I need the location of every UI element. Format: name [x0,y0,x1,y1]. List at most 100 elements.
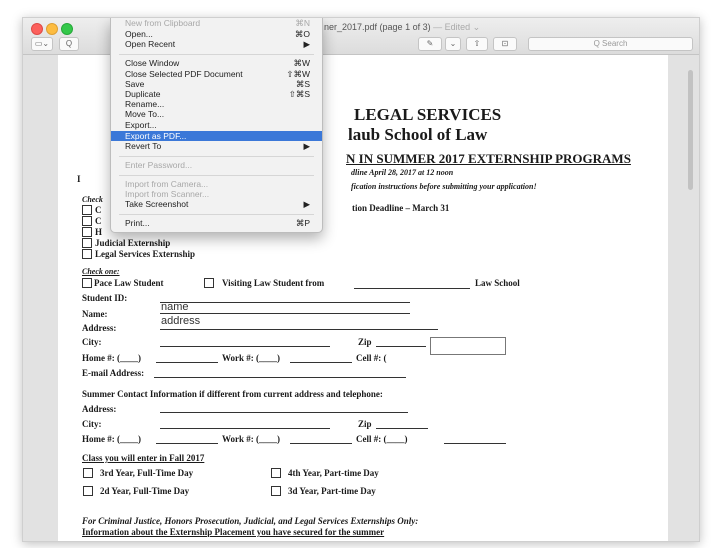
menu-item-import-from-scanner[interactable]: Import from Scanner... [111,189,322,199]
email-line[interactable] [154,377,406,378]
search-input[interactable]: Q Search [528,37,693,51]
zoom-icon[interactable]: Q [59,37,79,51]
pace-student-checkbox[interactable] [82,278,92,288]
menu-item-new-from-clipboard[interactable]: New from Clipboard ⌘N [111,18,322,28]
program-checkbox-3[interactable] [82,227,92,237]
menu-item-close-selected-pdf[interactable]: Close Selected PDF Document ⇧⌘W [111,69,322,79]
menu-item-take-screenshot[interactable]: Take Screenshot ▶ [111,199,322,209]
vertical-scrollbar[interactable] [688,70,693,190]
zip-label: Zip [358,337,372,347]
toolbox-icon[interactable]: ⊡ [493,37,517,51]
judicial-checkbox[interactable] [82,238,92,248]
menu-item-export[interactable]: Export... [111,120,322,130]
window-title: ner_2017.pdf (page 1 of 3) — Edited ⌄ [324,22,480,33]
program-option-2: C [95,216,102,226]
menu-separator [119,54,314,55]
legal-services-checkbox[interactable] [82,249,92,259]
menu-item-export-as-pdf[interactable]: Export as PDF... [111,131,322,141]
email-label: E-mail Address: [82,368,145,378]
class-checkbox-2[interactable] [271,468,281,478]
check-label: Check [82,195,103,204]
menu-label: Move To... [125,109,165,119]
edited-status[interactable]: — Edited ⌄ [433,22,480,32]
summer-address-line[interactable] [160,412,408,413]
judicial-option: Judicial Externship [95,238,171,248]
summer-cell-line[interactable] [444,443,506,444]
menu-item-open[interactable]: Open... ⌘O [111,29,322,39]
class-option-1: 3rd Year, Full-Time Day [100,468,194,478]
menu-label: Enter Password... [125,160,193,170]
menu-shortcut: ⌘N [295,18,310,28]
menu-item-import-from-camera[interactable]: Import from Camera... [111,179,322,189]
visiting-school-line[interactable] [354,288,470,289]
zoom-window-button[interactable] [61,23,73,35]
summer-home-line[interactable] [156,443,218,444]
menu-label: Export... [125,120,157,130]
city-line[interactable] [160,346,330,347]
class-heading: Class you will enter in Fall 2017 [82,453,205,463]
program-option-3: H [95,227,103,237]
cell-phone-label: Cell #: ( [356,353,387,363]
menu-label: Duplicate [125,89,161,99]
menu-item-revert-to[interactable]: Revert To ▶ [111,141,322,151]
menu-label: Close Window [125,58,180,68]
work-phone-label: Work #: (____) [222,353,280,363]
menu-label: Rename... [125,99,165,109]
menu-item-duplicate[interactable]: Duplicate ⇧⌘S [111,89,322,99]
menu-item-enter-password[interactable]: Enter Password... [111,160,322,170]
footer-italic-note: For Criminal Justice, Honors Prosecution… [82,516,419,526]
summer-cell-label: Cell #: (____) [356,434,408,444]
close-window-button[interactable] [31,23,43,35]
menu-item-rename[interactable]: Rename... [111,99,322,109]
markup-dropdown-icon[interactable]: ⌄ [445,37,461,51]
doc-heading-1: LEGAL SERVICES [354,105,502,124]
menu-label: Take Screenshot [125,199,189,209]
instructions-line: fication instructions before submitting … [351,182,537,191]
menu-shortcut: ⇧⌘W [286,69,310,79]
menu-shortcut: ⇧⌘S [288,89,310,99]
address-line [160,329,438,330]
menu-label: Import from Scanner... [125,189,210,199]
menu-item-move-to[interactable]: Move To... [111,109,322,119]
address-field[interactable]: address [161,315,200,327]
program-checkbox-1[interactable] [82,205,92,215]
summer-home-label: Home #: (____) [82,434,141,444]
summer-work-line[interactable] [290,443,352,444]
name-label: Name: [82,309,108,319]
menu-item-print[interactable]: Print... ⌘P [111,218,322,228]
menu-item-open-recent[interactable]: Open Recent ▶ [111,39,322,49]
sidebar-toggle-button[interactable]: ▭⌄ [31,37,53,51]
class-option-3: 2d Year, Full-Time Day [100,486,190,496]
class-checkbox-1[interactable] [83,468,93,478]
visiting-student-checkbox[interactable] [204,278,214,288]
share-icon[interactable]: ⇧ [466,37,488,51]
menu-label: Print... [125,218,150,228]
menu-label: Revert To [125,141,162,151]
pen-markup-icon[interactable]: ✎ [418,37,442,51]
check-one-label: Check one: [82,267,120,276]
menu-label: Export as PDF... [125,131,187,141]
menu-item-close-window[interactable]: Close Window ⌘W [111,58,322,68]
cell-input-box[interactable] [430,337,506,355]
footer-placement-note: Information about the Externship Placeme… [82,527,385,537]
menu-shortcut: ⌘W [293,58,310,68]
doc-heading-3: N IN SUMMER 2017 EXTERNSHIP PROGRAMS [346,151,631,166]
application-deadline: tion Deadline – March 31 [352,203,450,213]
class-checkbox-4[interactable] [271,486,281,496]
minimize-window-button[interactable] [46,23,58,35]
student-id-line[interactable] [160,302,410,303]
zip-line[interactable] [376,346,426,347]
doc-heading-2: laub School of Law [348,125,488,144]
menu-separator [119,214,314,215]
law-school-label: Law School [475,278,520,288]
file-menu: New from Clipboard ⌘N Open... ⌘O Open Rece… [110,18,323,233]
class-checkbox-3[interactable] [83,486,93,496]
work-phone-line[interactable] [290,362,352,363]
menu-item-save[interactable]: Save ⌘S [111,79,322,89]
summer-city-line[interactable] [160,428,330,429]
home-phone-line[interactable] [156,362,218,363]
name-field[interactable]: name [161,301,189,313]
program-checkbox-2[interactable] [82,216,92,226]
summer-zip-line[interactable] [376,428,428,429]
menu-label: New from Clipboard [125,18,201,28]
